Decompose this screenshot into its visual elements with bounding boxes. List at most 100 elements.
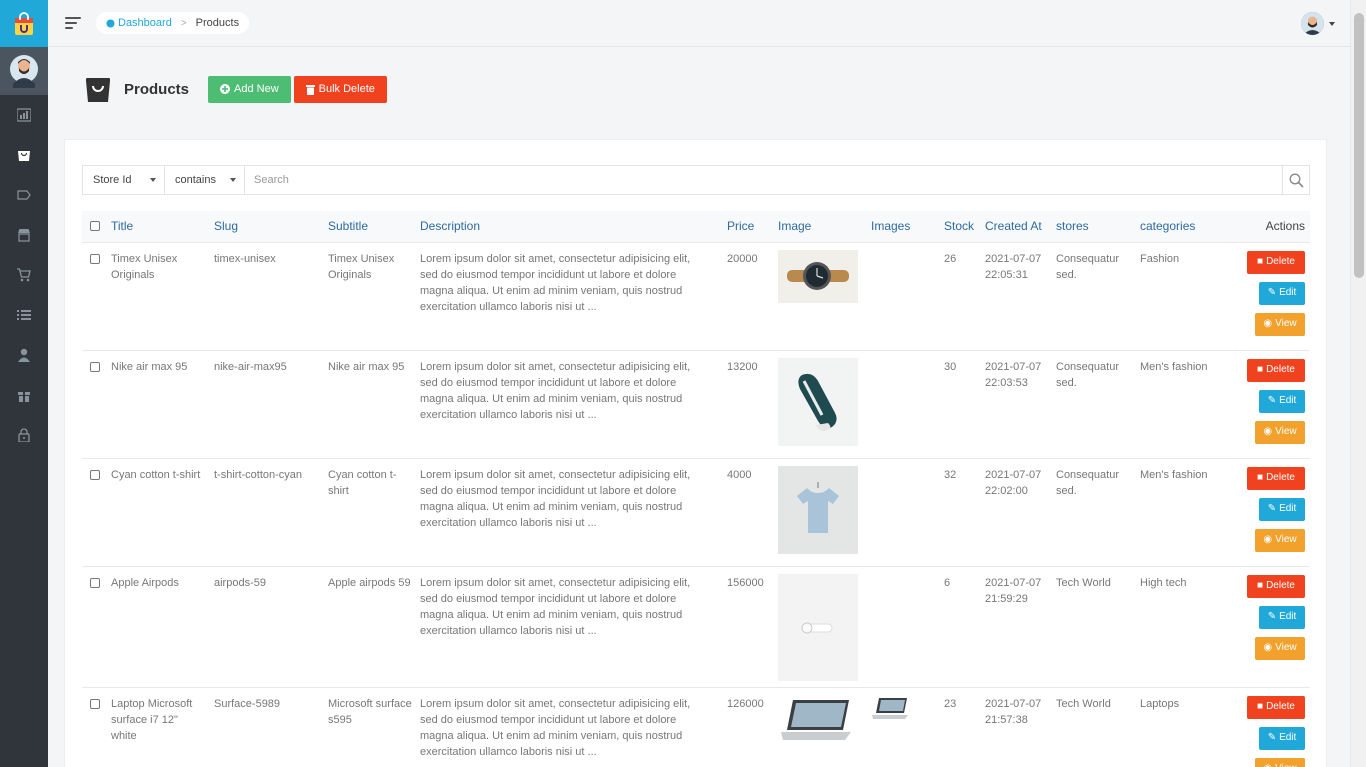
scrollbar-thumb[interactable] <box>1354 13 1364 278</box>
cell-description: Lorem ipsum dolor sit amet, consectetur … <box>416 565 723 687</box>
cell-images <box>867 457 940 566</box>
cell-category: Fashion <box>1136 241 1226 350</box>
column-header-images[interactable]: Images <box>867 211 940 242</box>
cell-category: Men's fashion <box>1136 349 1226 458</box>
sidebar-item-stores[interactable] <box>0 215 48 255</box>
gift-icon <box>18 392 30 402</box>
products-card: Store Id contains Title Slug Subtitle De… <box>64 139 1327 767</box>
table-row: Cyan cotton t-shirt t-shirt-cotton-cyan … <box>82 457 1310 566</box>
edit-button[interactable]: ✎ Edit <box>1259 281 1305 305</box>
product-image-airpods[interactable] <box>778 573 858 681</box>
column-header-image[interactable]: Image <box>774 211 867 242</box>
sidebar-item-users[interactable] <box>0 335 48 375</box>
app-logo[interactable] <box>0 0 48 47</box>
column-header-stores[interactable]: stores <box>1052 211 1136 242</box>
edit-button[interactable]: ✎ Edit <box>1259 497 1305 521</box>
breadcrumb-home-label: Dashboard <box>118 17 172 29</box>
cell-description: Lorem ipsum dolor sit amet, consectetur … <box>416 457 723 566</box>
cell-category: High tech <box>1136 565 1226 687</box>
shopping-bag-logo-icon <box>15 11 33 35</box>
search-button[interactable] <box>1282 166 1309 194</box>
delete-label: Delete <box>1266 364 1295 375</box>
view-button[interactable]: ◉View <box>1255 420 1305 444</box>
edit-button[interactable]: ✎ Edit <box>1259 726 1305 750</box>
delete-button[interactable]: ■ Delete <box>1247 250 1305 274</box>
add-new-label: Add New <box>234 83 279 95</box>
column-header-categories[interactable]: categories <box>1136 211 1226 242</box>
delete-button[interactable]: ■ Delete <box>1247 358 1305 382</box>
sidebar-user-avatar[interactable] <box>0 47 48 95</box>
watch-image <box>787 262 849 290</box>
column-header-description[interactable]: Description <box>416 211 723 242</box>
sidebar-toggle-icon[interactable] <box>65 17 81 29</box>
cell-price: 126000 <box>723 686 774 767</box>
cell-store: Consequatur sed. <box>1052 457 1136 566</box>
tag-icon <box>17 190 31 200</box>
column-header-created-at[interactable]: Created At <box>981 211 1052 242</box>
column-header-actions: Actions <box>1265 219 1305 234</box>
cell-slug: nike-air-max95 <box>210 349 324 458</box>
sidebar-item-tags[interactable] <box>0 175 48 215</box>
row-checkbox[interactable] <box>90 698 100 709</box>
select-all-checkbox[interactable] <box>90 220 100 231</box>
cell-price: 4000 <box>723 457 774 566</box>
sidebar-item-security[interactable] <box>0 415 48 455</box>
table-row: Timex Unisex Originals timex-unisex Time… <box>82 241 1310 350</box>
delete-button[interactable]: ■ Delete <box>1247 695 1305 719</box>
view-button[interactable]: ◉View <box>1255 312 1305 336</box>
search-input[interactable] <box>245 166 1282 194</box>
edit-label: Edit <box>1279 611 1297 622</box>
product-gallery-thumb[interactable] <box>871 696 911 722</box>
cell-store: Tech World <box>1052 686 1136 767</box>
edit-icon: ✎ <box>1267 287 1277 298</box>
column-header-title[interactable]: Title <box>107 211 210 242</box>
bulk-delete-button[interactable]: Bulk Delete <box>293 75 387 103</box>
delete-button[interactable]: ■ Delete <box>1247 466 1305 490</box>
select-all-cell <box>82 211 107 242</box>
column-header-slug[interactable]: Slug <box>210 211 324 242</box>
view-button[interactable]: ◉View <box>1255 757 1305 767</box>
page-scrollbar[interactable] <box>1350 0 1366 767</box>
add-new-button[interactable]: Add New <box>208 75 291 103</box>
view-button[interactable]: ◉View <box>1255 636 1305 660</box>
row-checkbox[interactable] <box>90 361 100 372</box>
user-avatar-icon <box>1301 12 1324 35</box>
sidebar-item-products[interactable] <box>0 135 48 175</box>
product-image-sneaker[interactable] <box>778 357 858 446</box>
column-header-stock[interactable]: Stock <box>940 211 981 242</box>
row-checkbox[interactable] <box>90 469 100 480</box>
product-image-watch[interactable] <box>778 249 858 303</box>
user-icon <box>18 348 30 362</box>
column-header-price[interactable]: Price <box>723 211 774 242</box>
edit-button[interactable]: ✎ Edit <box>1259 605 1305 629</box>
sidebar-item-gifts[interactable] <box>0 375 48 415</box>
filter-field-select[interactable]: Store Id <box>83 166 165 194</box>
cell-category: Laptops <box>1136 686 1226 767</box>
row-checkbox[interactable] <box>90 577 100 588</box>
cell-description: Lorem ipsum dolor sit amet, consectetur … <box>416 686 723 767</box>
cell-price: 13200 <box>723 349 774 458</box>
cell-slug: airpods-59 <box>210 565 324 687</box>
filter-operator-select[interactable]: contains <box>165 166 245 194</box>
eye-icon: ◉ <box>1263 534 1273 545</box>
edit-icon: ✎ <box>1267 395 1277 406</box>
search-icon <box>1289 173 1304 188</box>
bulk-delete-label: Bulk Delete <box>318 83 375 95</box>
product-image-tshirt[interactable] <box>778 465 858 554</box>
view-button[interactable]: ◉View <box>1255 528 1305 552</box>
filter-bar: Store Id contains <box>82 165 1310 195</box>
edit-label: Edit <box>1279 732 1297 743</box>
column-header-subtitle[interactable]: Subtitle <box>324 211 416 242</box>
sidebar-item-orders[interactable] <box>0 255 48 295</box>
filter-field-value: Store Id <box>93 174 132 186</box>
cell-price: 156000 <box>723 565 774 687</box>
sidebar-item-dashboard[interactable] <box>0 95 48 135</box>
cell-subtitle: Nike air max 95 <box>324 349 416 458</box>
product-image-laptop[interactable] <box>778 694 858 743</box>
sidebar-item-categories[interactable] <box>0 295 48 335</box>
row-checkbox[interactable] <box>90 253 100 264</box>
breadcrumb-dashboard-link[interactable]: Dashboard <box>106 17 172 29</box>
edit-button[interactable]: ✎ Edit <box>1259 389 1305 413</box>
user-menu[interactable] <box>1301 12 1335 35</box>
delete-button[interactable]: ■ Delete <box>1247 574 1305 598</box>
